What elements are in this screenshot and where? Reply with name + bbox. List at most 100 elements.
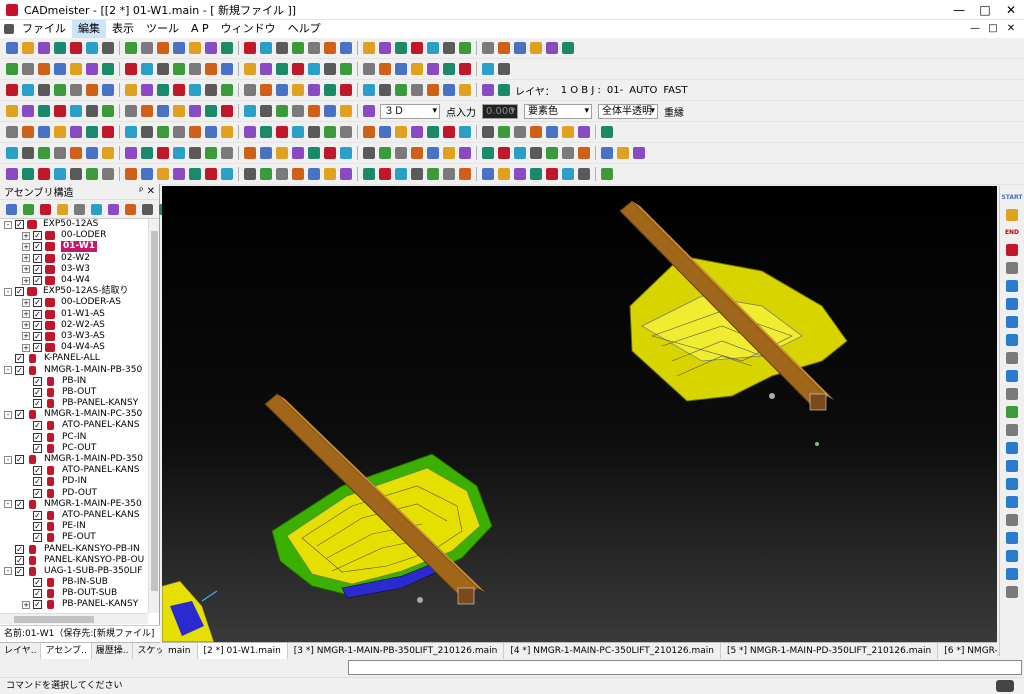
toolbar-tool-icon[interactable] — [340, 168, 352, 180]
toolbar-tool-icon[interactable] — [324, 168, 336, 180]
toolbar-tool-icon[interactable] — [546, 147, 558, 159]
tree-node[interactable]: ✓ ATO-PANEL-KANS — [0, 465, 148, 476]
toolbar-tool-icon[interactable] — [562, 42, 574, 54]
visibility-checkbox[interactable]: ✓ — [33, 510, 42, 520]
toolbar-tool-icon[interactable] — [221, 63, 233, 75]
toolbar-tool-icon[interactable] — [86, 105, 98, 117]
tree-node[interactable]: + ✓ 04-W4-AS — [0, 342, 148, 353]
visibility-checkbox[interactable]: ✓ — [33, 477, 42, 487]
right-tool-icon[interactable] — [1006, 352, 1018, 364]
tree-horizontal-scrollbar[interactable] — [0, 613, 148, 624]
toolbar-tool-icon[interactable] — [125, 84, 137, 96]
toolbar-tool-icon[interactable] — [363, 84, 375, 96]
toolbar-tool-icon[interactable] — [482, 42, 494, 54]
minimize-button[interactable]: — — [946, 0, 972, 20]
toolbar-tool-icon[interactable] — [205, 147, 217, 159]
tree-node[interactable]: + ✓ 02-W2-AS — [0, 320, 148, 331]
tree-node[interactable]: ✓ PANEL-KANSYO-PB-IN — [0, 543, 148, 554]
tree-node[interactable]: - ✓ NMGR-1-MAIN-PC-350 — [0, 409, 148, 420]
toolbar-tool-icon[interactable] — [601, 168, 613, 180]
visibility-checkbox[interactable]: ✓ — [33, 376, 42, 386]
toolbar-tool-icon[interactable] — [86, 84, 98, 96]
pin-icon[interactable]: ᵖ — [139, 186, 143, 197]
toolbar-tool-icon[interactable] — [292, 84, 304, 96]
visibility-checkbox[interactable]: ✓ — [15, 566, 24, 576]
assembly-tool-icon[interactable] — [108, 203, 119, 215]
toolbar-tool-icon[interactable] — [244, 63, 256, 75]
toolbar-tool-icon[interactable] — [22, 63, 34, 75]
visibility-checkbox[interactable]: ✓ — [15, 365, 24, 375]
tab-history[interactable]: 履歴操.. — [92, 643, 134, 659]
toolbar-tool-icon[interactable] — [395, 42, 407, 54]
toolbar-tool-icon[interactable] — [22, 84, 34, 96]
toolbar-tool-icon[interactable] — [324, 63, 336, 75]
toolbar-tool-icon[interactable] — [102, 105, 114, 117]
toolbar-tool-icon[interactable] — [102, 63, 114, 75]
toolbar-tool-icon[interactable] — [6, 63, 18, 75]
right-tool-icon[interactable] — [1006, 388, 1018, 400]
toolbar-tool-icon[interactable] — [459, 147, 471, 159]
right-tool-icon[interactable] — [1006, 334, 1018, 346]
toolbar-tool-icon[interactable] — [498, 63, 510, 75]
toolbar-tool-icon[interactable] — [308, 168, 320, 180]
scroll-thumb[interactable] — [14, 616, 94, 623]
toolbar-tool-icon[interactable] — [427, 168, 439, 180]
toolbar-tool-icon[interactable] — [443, 42, 455, 54]
toolbar-tool-icon[interactable] — [546, 42, 558, 54]
toolbar-tool-icon[interactable] — [292, 147, 304, 159]
toolbar-tool-icon[interactable] — [157, 147, 169, 159]
toolbar-tool-icon[interactable] — [363, 63, 375, 75]
assembly-tree[interactable]: - ✓ EXP50-12AS + ✓ 00-LODER + ✓ 01-W1 + ✓ 02-W2 + ✓ 03… — [0, 219, 148, 613]
visibility-checkbox[interactable]: ✓ — [33, 253, 42, 263]
toolbar-tool-icon[interactable] — [459, 42, 471, 54]
toolbar-tool-icon[interactable] — [514, 147, 526, 159]
tree-expander-icon[interactable]: - — [4, 287, 12, 296]
toolbar-tool-icon[interactable] — [38, 84, 50, 96]
right-tool-icon[interactable] — [1006, 532, 1018, 544]
toolbar-tool-icon[interactable] — [38, 105, 50, 117]
mdi-close-button[interactable]: ✕ — [1002, 20, 1020, 38]
toolbar-tool-icon[interactable] — [411, 126, 423, 138]
tree-node[interactable]: ✓ ATO-PANEL-KANS — [0, 510, 148, 521]
toolbar-tool-icon[interactable] — [157, 168, 169, 180]
toolbar-tool-icon[interactable] — [324, 147, 336, 159]
tree-expander-icon[interactable]: - — [4, 410, 12, 419]
toolbar-tool-icon[interactable] — [70, 105, 82, 117]
toolbar-tool-icon[interactable] — [443, 168, 455, 180]
maximize-button[interactable]: □ — [972, 0, 998, 20]
visibility-checkbox[interactable]: ✓ — [33, 600, 42, 610]
toolbar-tool-icon[interactable] — [221, 168, 233, 180]
tree-expander-icon[interactable]: + — [22, 265, 30, 274]
visibility-checkbox[interactable]: ✓ — [15, 544, 24, 554]
toolbar-tool-icon[interactable] — [244, 42, 256, 54]
toolbar-tool-icon[interactable] — [221, 42, 233, 54]
toolbar-tool-icon[interactable] — [125, 42, 137, 54]
assembly-tool-icon[interactable] — [6, 203, 17, 215]
visibility-checkbox[interactable]: ✓ — [15, 499, 24, 509]
toolbar-tool-icon[interactable] — [102, 147, 114, 159]
toolbar-tool-icon[interactable] — [102, 168, 114, 180]
toolbar-tool-icon[interactable] — [578, 147, 590, 159]
tree-node[interactable]: + ✓ 01-W1 — [0, 241, 148, 253]
visibility-checkbox[interactable]: ✓ — [33, 533, 42, 543]
tree-node[interactable]: ✓ K-PANEL-ALL — [0, 353, 148, 364]
menu-edit[interactable]: 編集 — [72, 20, 106, 38]
menu-file[interactable]: ファイル — [16, 20, 72, 38]
toolbar-tool-icon[interactable] — [70, 42, 82, 54]
toolbar-tool-icon[interactable] — [125, 168, 137, 180]
toolbar-tool-icon[interactable] — [125, 105, 137, 117]
toolbar-tool-icon[interactable] — [292, 168, 304, 180]
toolbar-tool-icon[interactable] — [379, 63, 391, 75]
toolbar-tool-icon[interactable] — [22, 168, 34, 180]
toolbar-tool-icon[interactable] — [221, 105, 233, 117]
menu-ap[interactable]: A P — [185, 20, 215, 38]
toolbar-tool-icon[interactable] — [141, 126, 153, 138]
toolbar-tool-icon[interactable] — [173, 84, 185, 96]
toolbar-tool-icon[interactable] — [70, 126, 82, 138]
right-tool-icon[interactable] — [1006, 586, 1018, 598]
toolbar-tool-icon[interactable] — [260, 147, 272, 159]
toolbar-tool-icon[interactable] — [411, 84, 423, 96]
tree-node[interactable]: + ✓ 00-LODER — [0, 230, 148, 241]
toolbar-tool-icon[interactable] — [86, 126, 98, 138]
toolbar-tool-icon[interactable] — [411, 63, 423, 75]
